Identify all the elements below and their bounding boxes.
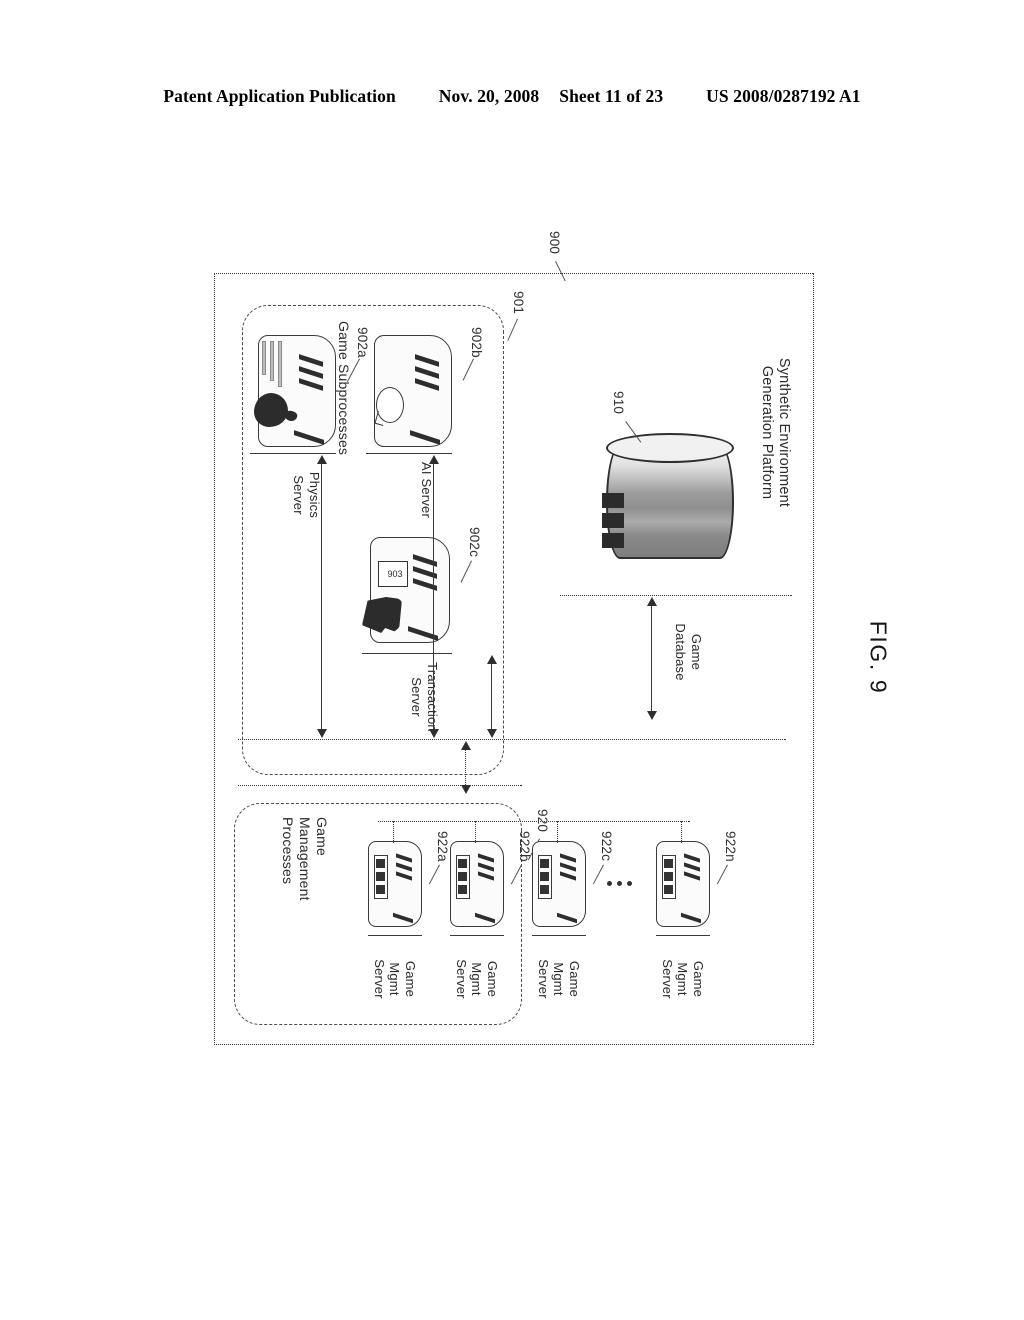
transaction-arrow-right (487, 729, 497, 738)
figure-caption: FIG. 9 (865, 620, 892, 695)
transaction-bus-line (491, 661, 492, 733)
mgmt-server-n-icon (656, 841, 710, 927)
physics-bus-line (321, 461, 322, 733)
mgmt-n-divider (656, 935, 710, 936)
mgmt-server-a-icon (368, 841, 422, 927)
mgmt-server-b-icon (450, 841, 504, 927)
label-transaction-server: Transaction Server (409, 662, 441, 732)
transaction-inset-box: 903 (378, 561, 408, 587)
transaction-arrow-left (487, 655, 497, 664)
ref-922c: 922c (599, 831, 614, 862)
figure-stage: 900 Synthetic Environment Generation Pla… (0, 0, 1024, 1320)
mgmt-a-divider (368, 935, 422, 936)
transaction-divider (362, 653, 452, 654)
label-mgmt-server-c: Game Mgmt Server (536, 959, 582, 999)
main-bus-line (238, 739, 786, 740)
platform-title: Synthetic Environment Generation Platfor… (759, 357, 792, 508)
ai-divider (366, 453, 452, 454)
physics-arrow-right (317, 729, 327, 738)
mgmt-ellipsis (606, 881, 632, 887)
secondary-bus-line (238, 785, 522, 786)
db-feet (602, 493, 624, 555)
label-mgmt-server-b: Game Mgmt Server (454, 959, 500, 999)
ref-901: 901 (511, 291, 526, 315)
bus-mgmt-arrow-right (461, 785, 471, 794)
label-mgmt-server-n: Game Mgmt Server (660, 959, 706, 999)
ref-902b: 902b (469, 327, 484, 358)
label-game-database: Game Database (673, 623, 705, 681)
ref-902a: 902a (355, 327, 370, 358)
mgmt-a-link (393, 821, 394, 843)
mgmt-server-c-icon (532, 841, 586, 927)
mgmt-b-divider (450, 935, 504, 936)
ref-910: 910 (611, 391, 626, 415)
ref-900: 900 (547, 231, 562, 255)
db-arrow-left (647, 597, 657, 606)
db-cylinder-cap (606, 433, 734, 463)
ref-922a: 922a (435, 831, 450, 862)
mgmt-c-divider (532, 935, 586, 936)
physics-divider (250, 453, 336, 454)
physics-server-lines (260, 341, 282, 387)
mgmt-internal-trunk (378, 821, 690, 822)
game-database-icon (602, 433, 734, 565)
ai-arrow-left (429, 455, 439, 464)
db-arrow-right (647, 711, 657, 720)
bus-mgmt-arrow-left (461, 741, 471, 750)
figure-caption-wrap: FIG. 9 (818, 600, 938, 720)
label-game-subprocesses: Game Subprocesses (336, 321, 352, 456)
ref-922b: 922b (517, 831, 532, 862)
ref-922n: 922n (723, 831, 738, 862)
label-mgmt-server-a: Game Mgmt Server (372, 959, 418, 999)
db-bus-line (651, 601, 652, 717)
ref-903: 903 (387, 569, 403, 579)
physics-arrow-left (317, 455, 327, 464)
ref-902c: 902c (467, 527, 482, 558)
ai-arrow-right (429, 729, 439, 738)
ai-bus-line (433, 461, 434, 733)
label-ai-server: AI Server (419, 462, 434, 518)
mgmt-n-link (681, 821, 682, 843)
figure-canvas: 900 Synthetic Environment Generation Pla… (202, 231, 822, 1055)
mgmt-c-link (557, 821, 558, 843)
ai-oval-icon (376, 387, 404, 423)
mgmt-b-link (475, 821, 476, 843)
label-physics-server: Physics Server (291, 471, 323, 519)
label-game-management-processes: Game Management Processes (280, 817, 330, 901)
database-boundary-line (560, 595, 792, 596)
